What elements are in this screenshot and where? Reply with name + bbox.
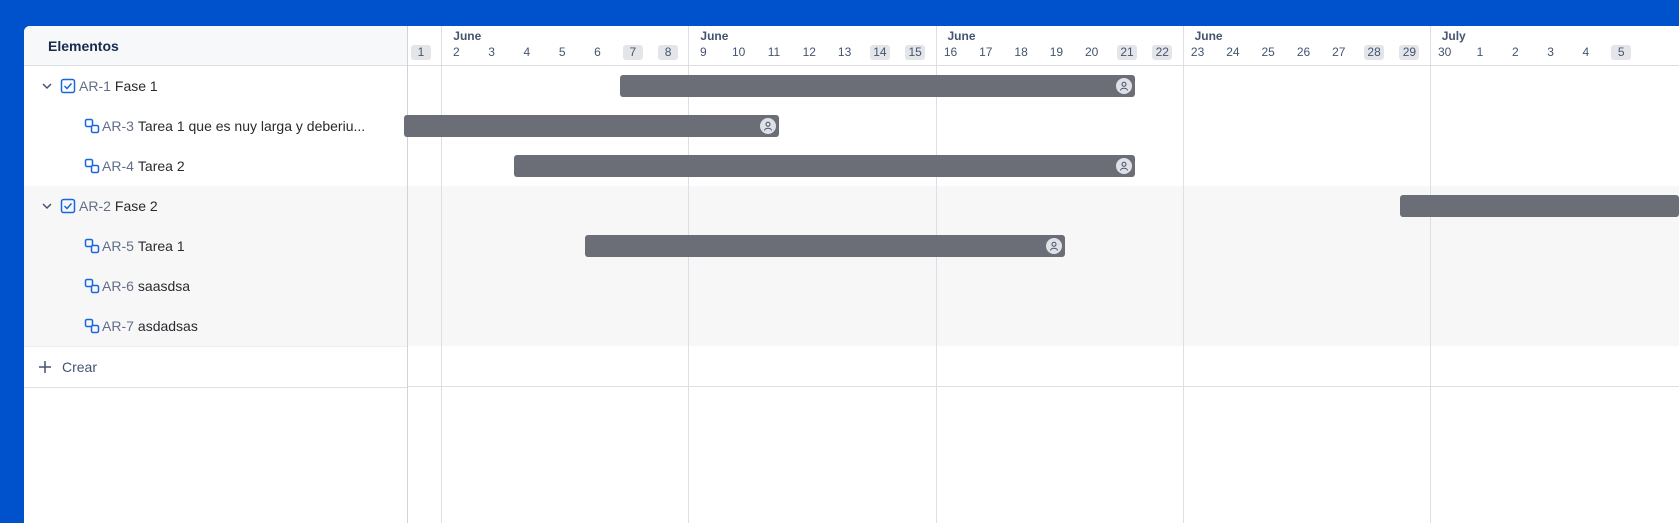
day-label: 23 xyxy=(1190,45,1205,59)
list-item-subtask[interactable]: AR-4 Tarea 2 xyxy=(24,146,407,186)
item-key[interactable]: AR-2 xyxy=(79,198,111,214)
person-icon[interactable] xyxy=(1045,238,1062,254)
week-gridline xyxy=(935,26,937,523)
day-label: 14 xyxy=(869,45,890,60)
checkbox-epic-icon xyxy=(60,78,76,94)
day-label: 16 xyxy=(943,45,958,59)
day-label: 27 xyxy=(1332,45,1346,59)
week-gridline xyxy=(441,26,443,523)
row-divider xyxy=(408,386,1679,387)
day-label: 12 xyxy=(802,45,816,59)
day-label: 28 xyxy=(1364,45,1385,60)
month-label: June xyxy=(947,29,976,43)
item-key[interactable]: AR-5 xyxy=(102,238,134,254)
timeline-bar-ar-2[interactable] xyxy=(1399,195,1679,217)
week-gridline xyxy=(1182,26,1184,523)
day-label: 30 xyxy=(1438,45,1452,59)
subtask-icon xyxy=(84,158,100,174)
item-title[interactable]: Tarea 1 que es nuy larga y deberiu... xyxy=(138,118,365,134)
list-item-subtask[interactable]: AR-7 asdadsas xyxy=(24,306,407,346)
timeline-panel: Elementos AR-1 Fase 1 AR-3 Tarea 1 que e… xyxy=(24,26,1679,523)
day-label: 1 xyxy=(411,45,431,60)
list-header: Elementos xyxy=(24,26,407,66)
day-label: 20 xyxy=(1085,45,1099,59)
person-icon[interactable] xyxy=(1116,158,1133,174)
day-label: 19 xyxy=(1049,45,1064,59)
subtask-icon xyxy=(84,318,100,334)
list-item-epic[interactable]: AR-1 Fase 1 xyxy=(24,66,407,106)
week-gridline xyxy=(688,26,690,65)
day-label: 15 xyxy=(905,45,926,60)
day-label: 26 xyxy=(1296,45,1311,59)
subtask-icon xyxy=(84,238,100,254)
item-title[interactable]: Tarea 2 xyxy=(138,158,185,174)
week-gridline xyxy=(1182,26,1184,65)
list-item-subtask[interactable]: AR-5 Tarea 1 xyxy=(24,226,407,266)
list-item-epic[interactable]: AR-2 Fase 2 xyxy=(24,186,407,226)
day-label: 13 xyxy=(837,45,852,59)
subtask-icon xyxy=(84,118,100,134)
chevron-down-icon[interactable] xyxy=(40,199,54,213)
day-label: 18 xyxy=(1014,45,1028,59)
month-label: July xyxy=(1441,29,1466,43)
item-title[interactable]: Fase 2 xyxy=(115,198,158,214)
day-label: 29 xyxy=(1399,45,1420,60)
month-label: June xyxy=(1194,29,1223,43)
day-label: 7 xyxy=(622,45,643,60)
list-header-label: Elementos xyxy=(48,37,119,54)
items-list: Elementos AR-1 Fase 1 AR-3 Tarea 1 que e… xyxy=(24,26,408,523)
item-key[interactable]: AR-7 xyxy=(102,318,134,334)
week-gridline xyxy=(1429,26,1431,523)
timeline-grid: June June June June July 1 2 3 4 5 6 7 8 9 10 11 12 13 14 1… xyxy=(404,26,1679,523)
day-label: 17 xyxy=(979,45,993,59)
week-gridline xyxy=(441,26,443,65)
day-label: 3 xyxy=(488,45,495,59)
day-label: 9 xyxy=(700,45,707,59)
day-label: 8 xyxy=(658,45,679,60)
timeline-header: June June June June July 1 2 3 4 5 6 7 8 9 10 11 12 13 14 1… xyxy=(408,26,1679,66)
timeline-bar-ar-5[interactable] xyxy=(584,235,1065,257)
day-label: 4 xyxy=(1582,45,1590,59)
month-label: June xyxy=(700,29,729,43)
item-key[interactable]: AR-6 xyxy=(102,278,134,294)
create-label: Crear xyxy=(62,359,98,375)
day-label: 24 xyxy=(1226,45,1240,59)
item-title[interactable]: Tarea 1 xyxy=(138,238,185,254)
day-label: 2 xyxy=(1511,45,1519,59)
plus-icon xyxy=(39,361,51,373)
subtask-icon xyxy=(84,278,100,294)
day-label: 2 xyxy=(452,45,460,59)
item-title[interactable]: saasdsa xyxy=(138,278,190,294)
day-label: 25 xyxy=(1261,45,1275,59)
list-item-subtask[interactable]: AR-3 Tarea 1 que es nuy larga y deberiu.… xyxy=(24,106,407,146)
person-icon[interactable] xyxy=(1116,78,1133,94)
week-gridline xyxy=(688,26,690,523)
checkbox-epic-icon xyxy=(60,198,76,214)
day-label: 4 xyxy=(523,45,531,59)
day-label: 5 xyxy=(558,45,566,59)
item-title[interactable]: Fase 1 xyxy=(115,78,158,94)
item-key[interactable]: AR-3 xyxy=(102,118,134,134)
day-label: 11 xyxy=(767,45,781,59)
month-label: June xyxy=(453,29,482,43)
create-button[interactable]: Crear xyxy=(24,346,407,388)
timeline-bar-ar-3[interactable] xyxy=(404,115,779,137)
week-gridline xyxy=(1429,26,1431,65)
day-label: 22 xyxy=(1152,45,1173,60)
chevron-down-icon[interactable] xyxy=(40,79,54,93)
day-label: 5 xyxy=(1611,45,1632,60)
item-key[interactable]: AR-1 xyxy=(79,78,111,94)
item-title[interactable]: asdadsas xyxy=(138,318,198,334)
day-label: 21 xyxy=(1117,45,1137,60)
week-gridline xyxy=(935,26,937,65)
timeline-bar-ar-1[interactable] xyxy=(619,75,1136,97)
list-item-subtask[interactable]: AR-6 saasdsa xyxy=(24,266,407,306)
item-key[interactable]: AR-4 xyxy=(102,158,134,174)
timeline-bar-ar-4[interactable] xyxy=(513,155,1136,177)
day-label: 1 xyxy=(1476,45,1484,59)
day-label: 10 xyxy=(732,45,746,59)
day-label: 6 xyxy=(594,45,601,59)
person-icon[interactable] xyxy=(759,118,776,134)
day-label: 3 xyxy=(1547,45,1554,59)
